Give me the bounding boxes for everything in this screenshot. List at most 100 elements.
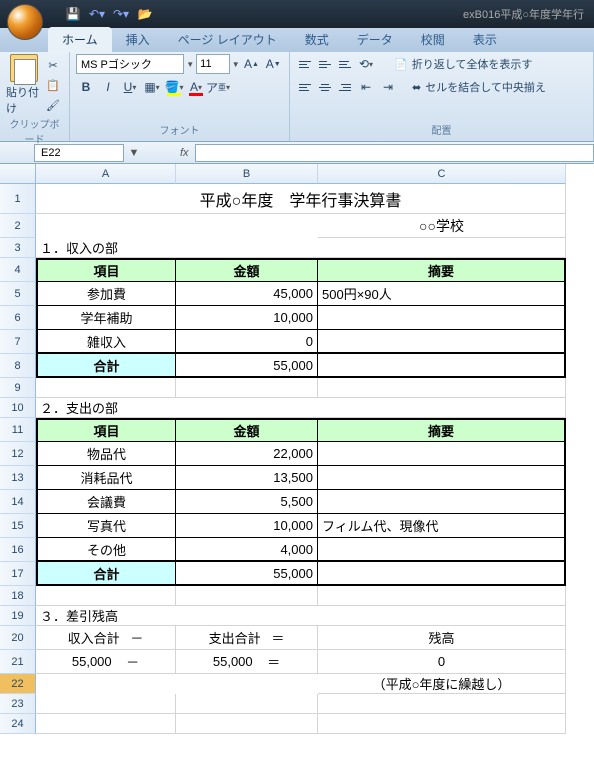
- cell[interactable]: 雑収入: [36, 330, 176, 354]
- row-header[interactable]: 2: [0, 214, 36, 238]
- cell[interactable]: 10,000: [176, 514, 318, 538]
- row-header[interactable]: 18: [0, 586, 36, 606]
- cell-hdr-note[interactable]: 摘要: [318, 258, 566, 282]
- cell[interactable]: フィルム代、現像代: [318, 514, 566, 538]
- row-header[interactable]: 15: [0, 514, 36, 538]
- row-header[interactable]: 5: [0, 282, 36, 306]
- row-header[interactable]: 21: [0, 650, 36, 674]
- cell[interactable]: 45,000: [176, 282, 318, 306]
- row-header[interactable]: 17: [0, 562, 36, 586]
- cell[interactable]: [318, 538, 566, 562]
- col-header-a[interactable]: A: [36, 164, 176, 184]
- font-name-select[interactable]: MS Pゴシック: [76, 54, 184, 74]
- cell[interactable]: [318, 714, 566, 734]
- cell-exp-total-amt[interactable]: 55,000: [176, 562, 318, 586]
- cell[interactable]: [176, 378, 318, 398]
- cell[interactable]: [36, 378, 176, 398]
- row-header[interactable]: 23: [0, 694, 36, 714]
- cell-income-total-amt[interactable]: 55,000: [176, 354, 318, 378]
- cell[interactable]: [318, 694, 566, 714]
- cell[interactable]: 500円×90人: [318, 282, 566, 306]
- cell-section1[interactable]: １．収入の部: [36, 238, 566, 258]
- cell[interactable]: 学年補助: [36, 306, 176, 330]
- cell-title[interactable]: 平成○年度 学年行事決算書: [36, 184, 566, 214]
- save-icon[interactable]: 💾: [62, 5, 84, 23]
- row-header[interactable]: 14: [0, 490, 36, 514]
- cell-hdr-item[interactable]: 項目: [36, 258, 176, 282]
- cell[interactable]: [318, 330, 566, 354]
- cell-hdr-amount[interactable]: 金額: [176, 258, 318, 282]
- row-header[interactable]: 20: [0, 626, 36, 650]
- cell[interactable]: [36, 694, 176, 714]
- tab-data[interactable]: データ: [343, 27, 407, 52]
- cell[interactable]: [176, 586, 318, 606]
- row-header[interactable]: 24: [0, 714, 36, 734]
- cell-income-total-label[interactable]: 合計: [36, 354, 176, 378]
- cut-icon[interactable]: ✂: [43, 56, 63, 74]
- align-top-icon[interactable]: [296, 55, 314, 73]
- cell[interactable]: 消耗品代: [36, 466, 176, 490]
- align-right-icon[interactable]: [336, 78, 354, 96]
- merge-center-button[interactable]: ⬌セルを結合して中央揃え: [408, 77, 550, 97]
- copy-icon[interactable]: 📋: [43, 76, 63, 94]
- cell[interactable]: 参加費: [36, 282, 176, 306]
- row-header[interactable]: 13: [0, 466, 36, 490]
- cell[interactable]: 写真代: [36, 514, 176, 538]
- tab-review[interactable]: 校閲: [407, 27, 459, 52]
- cell-section2[interactable]: ２．支出の部: [36, 398, 566, 418]
- formula-input[interactable]: [195, 144, 594, 162]
- cell[interactable]: 収入合計 －: [36, 626, 176, 650]
- cell-hdr-item[interactable]: 項目: [36, 418, 176, 442]
- row-header[interactable]: 10: [0, 398, 36, 418]
- orientation-icon[interactable]: ⟲▾: [356, 54, 376, 74]
- cell-school[interactable]: ○○学校: [318, 214, 566, 238]
- cell[interactable]: [318, 466, 566, 490]
- align-middle-icon[interactable]: [316, 55, 334, 73]
- fill-color-button[interactable]: 🪣▾: [164, 77, 184, 97]
- cell[interactable]: 4,000: [176, 538, 318, 562]
- border-button[interactable]: ▦▾: [142, 77, 162, 97]
- row-header[interactable]: 11: [0, 418, 36, 442]
- grow-font-icon[interactable]: A▲: [242, 54, 262, 74]
- cell-balance-note[interactable]: （平成○年度に繰越し）: [318, 674, 566, 694]
- col-header-c[interactable]: C: [318, 164, 566, 184]
- row-header[interactable]: 16: [0, 538, 36, 562]
- shrink-font-icon[interactable]: A▼: [263, 54, 283, 74]
- increase-indent-icon[interactable]: ⇥: [378, 77, 398, 97]
- cells-grid[interactable]: 平成○年度 学年行事決算書 ○○学校 １．収入の部 項目 金額 摘要 参加費 4…: [36, 184, 566, 762]
- cell[interactable]: [318, 306, 566, 330]
- cell[interactable]: [318, 354, 566, 378]
- cell[interactable]: 0: [176, 330, 318, 354]
- row-header[interactable]: 4: [0, 258, 36, 282]
- cell-exp-total-label[interactable]: 合計: [36, 562, 176, 586]
- font-color-button[interactable]: A▾: [186, 77, 206, 97]
- cell[interactable]: [318, 562, 566, 586]
- italic-button[interactable]: I: [98, 77, 118, 97]
- align-left-icon[interactable]: [296, 78, 314, 96]
- open-icon[interactable]: 📂: [134, 5, 156, 23]
- row-header[interactable]: 6: [0, 306, 36, 330]
- cell[interactable]: 13,500: [176, 466, 318, 490]
- paste-button[interactable]: 貼り付け: [6, 54, 41, 116]
- cell[interactable]: 22,000: [176, 442, 318, 466]
- cell[interactable]: 会議費: [36, 490, 176, 514]
- redo-icon[interactable]: ↷▾: [110, 5, 132, 23]
- col-header-b[interactable]: B: [176, 164, 318, 184]
- font-size-select[interactable]: 11: [196, 54, 230, 74]
- underline-button[interactable]: U▾: [120, 77, 140, 97]
- fx-icon[interactable]: fx: [180, 147, 189, 159]
- row-header[interactable]: 8: [0, 354, 36, 378]
- cell[interactable]: 物品代: [36, 442, 176, 466]
- align-center-icon[interactable]: [316, 78, 334, 96]
- wrap-text-button[interactable]: 📄折り返して全体を表示す: [390, 54, 536, 74]
- chevron-down-icon[interactable]: ▼: [186, 60, 194, 69]
- row-header[interactable]: 12: [0, 442, 36, 466]
- cell[interactable]: [176, 694, 318, 714]
- row-header[interactable]: 7: [0, 330, 36, 354]
- cell[interactable]: その他: [36, 538, 176, 562]
- format-painter-icon[interactable]: 🖌: [43, 96, 63, 114]
- cell-hdr-note[interactable]: 摘要: [318, 418, 566, 442]
- cell[interactable]: 支出合計 ＝: [176, 626, 318, 650]
- cell[interactable]: 55,000 ＝: [176, 650, 318, 674]
- row-header[interactable]: 9: [0, 378, 36, 398]
